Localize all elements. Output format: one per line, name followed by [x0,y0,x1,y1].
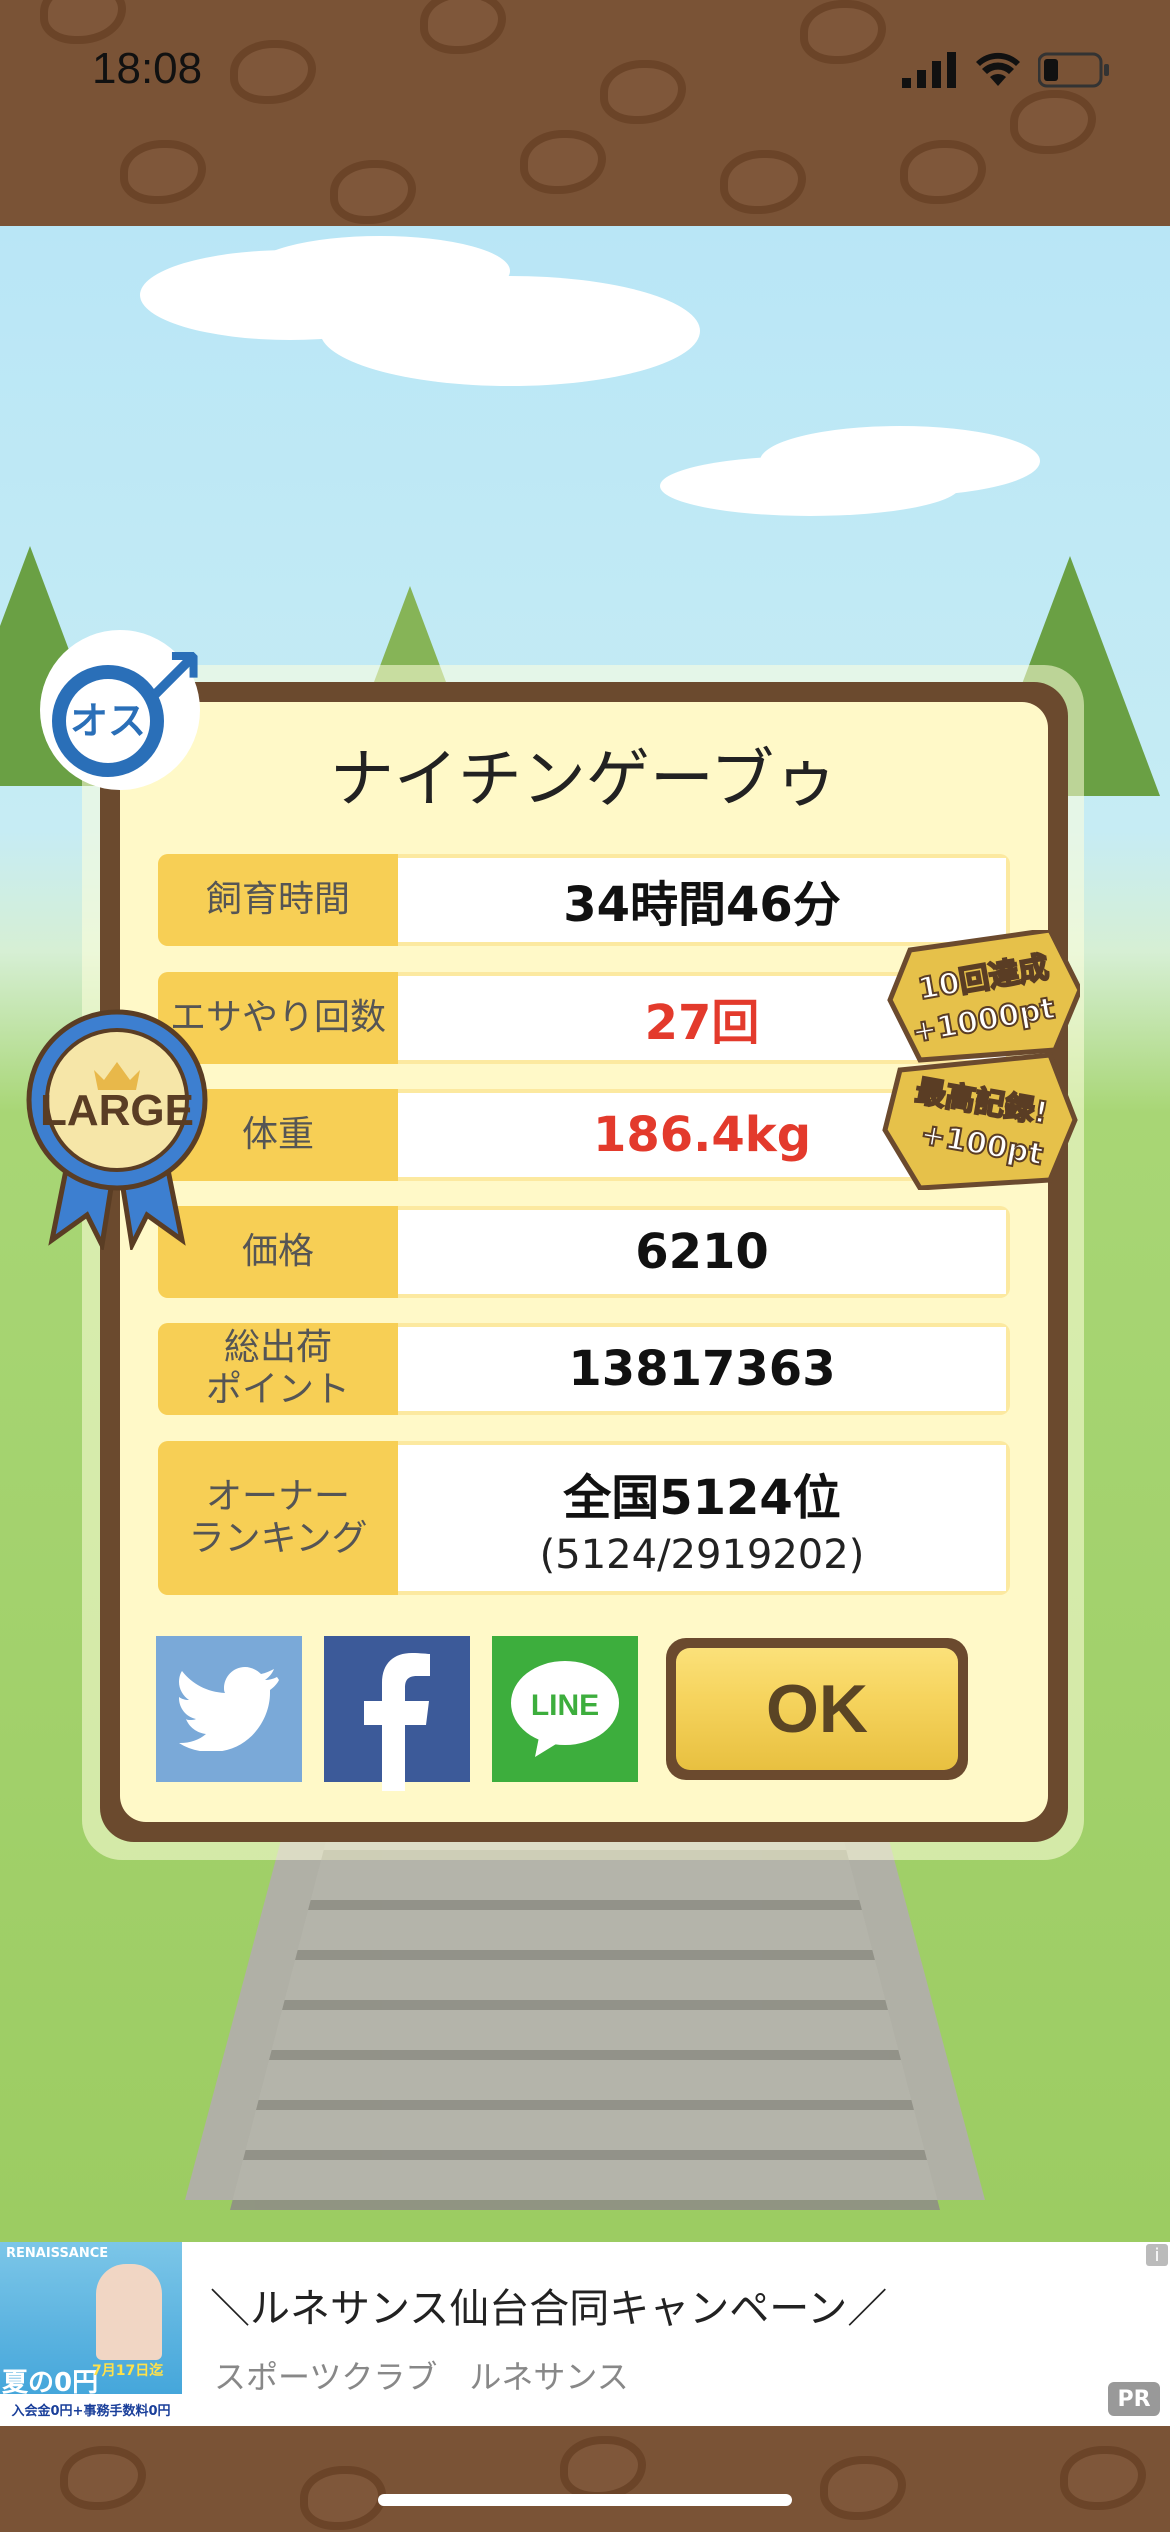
status-bar [0,0,1170,226]
ad-subtitle: スポーツクラブ ルネサンス [214,2358,629,2396]
twitter-share-button[interactable] [156,1636,302,1782]
ad-image[interactable]: RENAISSANCE 夏の0円 7月17日迄 入会金0円+事務手数料0円 [0,2242,182,2424]
bonus-badge-2 [882,1052,1078,1190]
stat-row-price: 価格 6210 [158,1206,1010,1298]
ad-title[interactable]: ＼ルネサンス仙台合同キャンペーン／ [210,2276,887,2334]
ad-info-icon[interactable]: i [1146,2244,1168,2266]
status-icons [902,52,1110,88]
stat-label: 飼育時間 [158,854,398,946]
stat-value: 6210 [398,1210,1006,1294]
twitter-icon [179,1667,279,1751]
stat-label: 総出荷 ポイント [158,1323,398,1415]
stat-value: 13817363 [398,1327,1006,1411]
large-ribbon-icon: LARGE [26,1009,208,1250]
bottom-pattern [0,2426,1170,2532]
ad-image-bottom: 入会金0円+事務手数料0円 [0,2394,182,2424]
stat-value-text: 186.4kg [592,1107,812,1163]
line-label: LINE [531,1689,599,1722]
signal-icon [902,52,956,88]
ad-image-brand: RENAISSANCE [6,2246,109,2261]
ad-person-image [96,2264,162,2360]
ok-button-label[interactable]: OK [676,1648,958,1770]
ad-pr-badge: PR [1108,2382,1160,2416]
stat-value-text: 6210 [635,1224,769,1280]
battery-icon [1038,52,1109,88]
stat-value: 全国5124位 (5124/2919202) [398,1445,1006,1591]
wifi-icon [976,52,1020,86]
ad-image-sub: 7月17日迄 [92,2363,164,2379]
facebook-share-button[interactable] [324,1636,470,1791]
ranking-detail: (5124/2919202) [539,1532,865,1578]
home-indicator[interactable] [378,2494,792,2506]
stat-value-text: 27回 [644,995,760,1051]
stat-value-text: 34時間46分 [563,877,841,933]
facebook-icon [364,1653,430,1791]
bonus-badges: 10回達成 +1000pt 最高記録! +100pt [882,930,1080,1190]
stat-row-shipping-points: 総出荷 ポイント 13817363 [158,1323,1010,1415]
pig-name: ナイチンゲーブゥ [329,743,839,817]
status-time: 18:08 [92,44,203,93]
stat-label: オーナー ランキング [158,1441,398,1595]
line-icon: LINE [511,1661,619,1757]
male-arrow-icon: ↗ [140,630,208,723]
line-share-button[interactable]: LINE [492,1636,638,1782]
stat-value-text: 13817363 [568,1341,836,1397]
stat-row-owner-ranking: オーナー ランキング 全国5124位 (5124/2919202) [158,1441,1010,1595]
stat-value-text: 全国5124位 [563,1470,841,1526]
size-badge-label: LARGE [40,1086,194,1135]
